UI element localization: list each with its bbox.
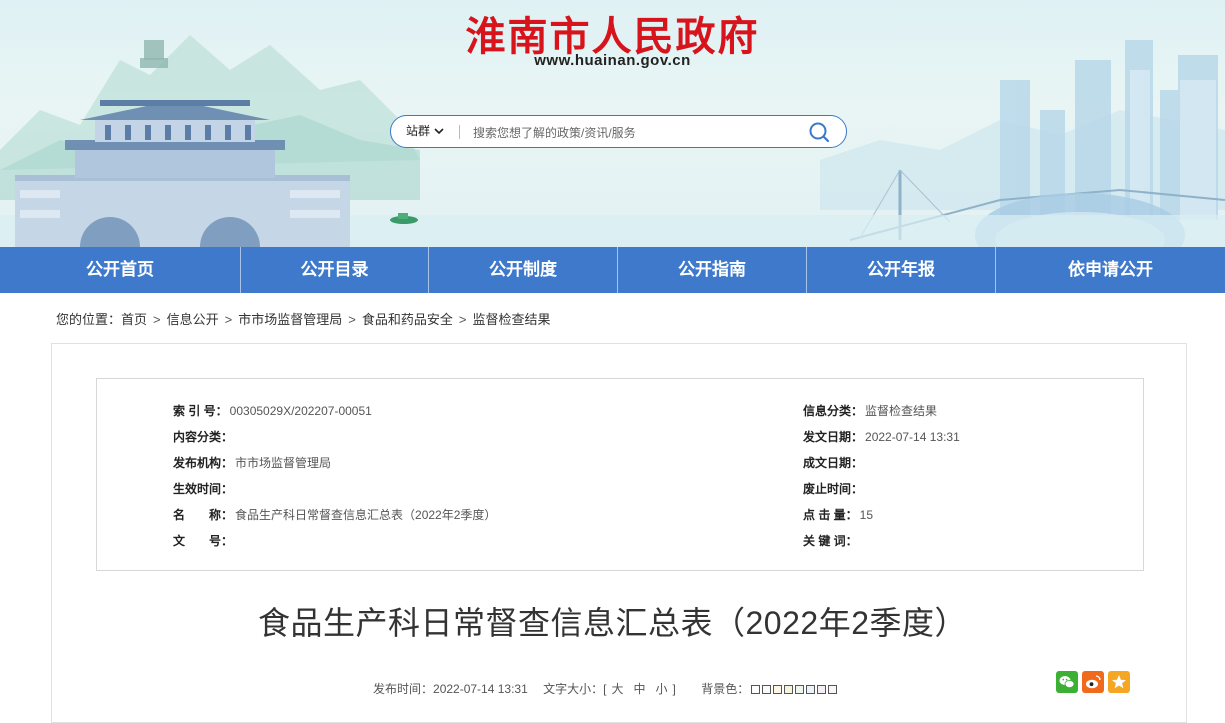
meta-value: 市市场监督管理局 [235, 456, 332, 470]
meta-label: 信息分类： [803, 404, 864, 418]
nav-item-catalog[interactable]: 公开目录 [241, 247, 429, 293]
meta-value: 食品生产科日常督查信息汇总表（2022年2季度） [235, 508, 497, 522]
background-color-control: 背景色： [701, 682, 838, 696]
meta-label: 内容分类： [173, 430, 234, 444]
weibo-icon[interactable] [1082, 671, 1104, 693]
meta-value: 监督检查结果 [865, 404, 938, 418]
meta-label: 成文日期： [803, 456, 864, 470]
site-url: www.huainan.gov.cn [534, 52, 691, 69]
breadcrumb-prefix: 您的位置： [56, 312, 122, 327]
publish-time-label: 发布时间： [373, 682, 434, 696]
breadcrumb-separator: > [153, 312, 161, 327]
font-size-small[interactable]: 小 [656, 682, 668, 696]
breadcrumb-link[interactable]: 市市场监督管理局 [238, 312, 342, 327]
main-nav: 公开首页 公开目录 公开制度 公开指南 公开年报 依申请公开 [0, 247, 1225, 293]
background-swatch[interactable] [806, 685, 816, 695]
meta-row: 名 称： 食品生产科日常督查信息汇总表（2022年2季度） [173, 507, 496, 523]
nav-item-system[interactable]: 公开制度 [429, 247, 618, 293]
background-swatch[interactable] [762, 685, 772, 695]
breadcrumb-separator: > [224, 312, 233, 327]
meta-row: 发文日期： 2022-07-14 13:31 [803, 429, 960, 445]
search-bar: 站群 [390, 115, 847, 148]
search-scope-dropdown[interactable]: 站群 [406, 116, 444, 147]
search-icon[interactable] [808, 121, 830, 143]
font-size-medium[interactable]: 中 [633, 682, 645, 696]
publish-info-bar: 发布时间：2022-07-14 13:31 文字大小：[ 大中小] 背景色： [373, 680, 838, 697]
meta-label: 点 击 量： [803, 508, 858, 522]
meta-value: 00305029X/202207-00051 [229, 404, 372, 418]
nav-item-apply[interactable]: 依申请公开 [996, 247, 1225, 293]
meta-label: 废止时间： [803, 482, 864, 496]
nav-item-guide[interactable]: 公开指南 [618, 247, 807, 293]
search-divider [459, 125, 460, 139]
meta-label: 发文日期： [803, 430, 864, 444]
background-color-label: 背景色： [701, 682, 750, 696]
meta-row: 关 键 词： [803, 533, 860, 549]
breadcrumb: 您的位置：首页 > 信息公开 > 市市场监督管理局 > 食品和药品安全 > 监督检查结果 [56, 309, 550, 328]
meta-row: 文 号： [173, 533, 235, 549]
font-size-label: 文字大小： [543, 682, 604, 696]
metadata-table: 索 引 号： 00305029X/202207-00051 内容分类： 发布机构：… [96, 378, 1144, 571]
favorite-icon[interactable] [1108, 671, 1130, 693]
font-size-bracket: ] [672, 682, 676, 696]
background-swatch[interactable] [817, 685, 827, 695]
meta-label: 名 称： [173, 508, 234, 522]
publish-time-value: 2022-07-14 13:31 [433, 682, 528, 696]
meta-row: 生效时间： [173, 481, 235, 497]
nav-item-home[interactable]: 公开首页 [0, 247, 241, 293]
background-swatch[interactable] [751, 685, 761, 695]
meta-label: 发布机构： [173, 456, 234, 470]
breadcrumb-link[interactable]: 首页 [121, 312, 147, 327]
chevron-down-icon [434, 116, 444, 147]
breadcrumb-link[interactable]: 监督检查结果 [472, 312, 550, 327]
breadcrumb-link[interactable]: 食品和药品安全 [362, 312, 453, 327]
meta-label: 索 引 号： [173, 404, 228, 418]
meta-row: 索 引 号： 00305029X/202207-00051 [173, 403, 372, 419]
font-size-bracket: [ [603, 682, 607, 696]
background-swatch[interactable] [795, 685, 805, 695]
meta-label: 文 号： [173, 534, 234, 548]
meta-row: 信息分类： 监督检查结果 [803, 403, 937, 419]
font-size-control: 文字大小：[ 大中小] [543, 682, 676, 696]
header-banner: 淮南市人民政府 www.huainan.gov.cn 站群 [0, 0, 1225, 247]
search-scope-label: 站群 [406, 124, 431, 138]
meta-row: 废止时间： [803, 481, 865, 497]
meta-row: 点 击 量： 15 [803, 507, 873, 523]
meta-row: 发布机构： 市市场监督管理局 [173, 455, 331, 471]
wechat-icon[interactable] [1056, 671, 1078, 693]
background-swatch[interactable] [773, 685, 783, 695]
font-size-large[interactable]: 大 [611, 682, 623, 696]
document-title: 食品生产科日常督查信息汇总表（2022年2季度） [258, 605, 967, 641]
breadcrumb-separator: > [348, 312, 356, 327]
meta-row: 内容分类： [173, 429, 235, 445]
nav-item-annual-report[interactable]: 公开年报 [807, 247, 996, 293]
background-swatch[interactable] [784, 685, 794, 695]
search-input[interactable] [471, 120, 795, 145]
meta-value: 2022-07-14 13:31 [865, 430, 960, 444]
meta-label: 关 键 词： [803, 534, 858, 548]
meta-row: 成文日期： [803, 455, 865, 471]
background-swatch[interactable] [828, 685, 838, 695]
meta-value: 15 [859, 508, 874, 522]
breadcrumb-link[interactable]: 信息公开 [167, 312, 219, 327]
background-swatches [749, 682, 838, 696]
meta-label: 生效时间： [173, 482, 234, 496]
breadcrumb-separator: > [458, 312, 467, 327]
